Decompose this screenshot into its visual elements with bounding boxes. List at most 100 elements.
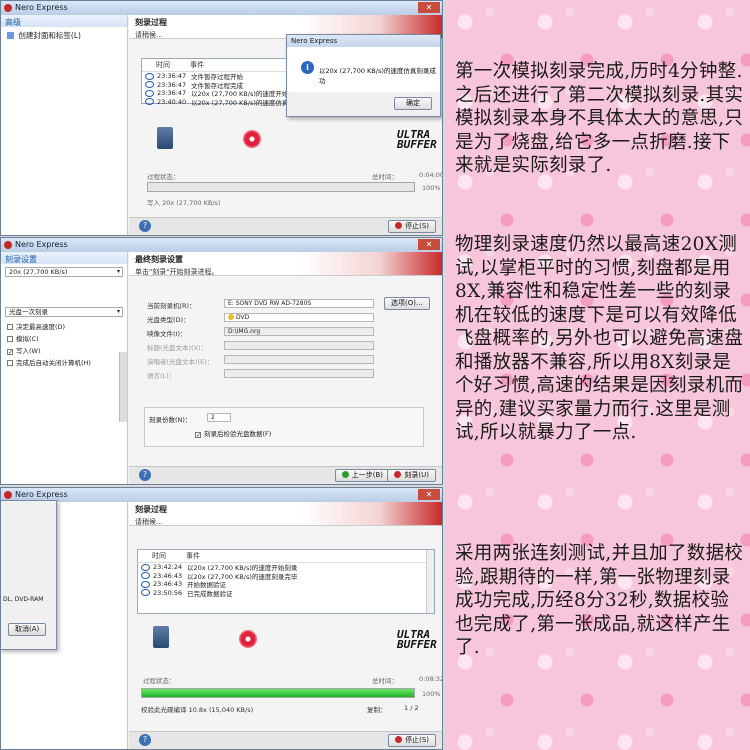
footer-bar: ? 上一步(B) 刻录(U) (129, 466, 442, 484)
partial-dialog: DL, DVD-RAM 取消(A) (1, 500, 57, 650)
image-file-field: D:\IMG.nrg (224, 327, 374, 336)
ultra-buffer-logo: ULTRA BUFFER (397, 628, 437, 651)
checkbox-max-speed[interactable]: 决定最高速度(D) (1, 320, 127, 332)
help-icon[interactable]: ? (139, 220, 151, 232)
checkbox-label: 模拟(C) (16, 335, 39, 343)
checkbox-shutdown[interactable]: 完成后自动关闭计算机(H) (1, 356, 127, 368)
stop-button[interactable]: 停止(S) (388, 220, 436, 233)
page-subtitle: 单击"刻录"开始刻录进程。 (135, 268, 219, 276)
dialog-text: DL, DVD-RAM (3, 596, 44, 603)
copies-label: 刻录份数(N)： (149, 416, 192, 424)
copies-stepper[interactable]: 2 (207, 413, 231, 422)
back-arrow-icon (341, 471, 349, 478)
main-panel: 最终刻录设置 单击"刻录"开始刻录进程。 当前刻录机(R)： E: SONY D… (129, 252, 442, 484)
burn-icon (394, 471, 402, 478)
close-icon[interactable]: ✕ (418, 2, 440, 13)
help-icon[interactable]: ? (139, 734, 151, 746)
dialog-title: Nero Express (287, 35, 440, 47)
info-circle-icon (145, 72, 154, 80)
paragraph-1: 第一次模拟刻录完成,历时4分钟整.之后还进行了第二次模拟刻录.其实模拟刻录本身不… (455, 61, 744, 176)
checkbox-box[interactable]: ✓ (7, 349, 13, 356)
info-circle-icon (141, 580, 150, 588)
total-time-label: 总时间： (372, 677, 398, 685)
sidebar: 刻录设置 20x (27,700 KB/s) 光盘一次刻录 决定最高速度(D) … (1, 252, 128, 484)
checkbox-box[interactable]: ✓ (195, 432, 201, 439)
page-title: 刻录过程 (135, 18, 167, 27)
options-button[interactable]: 选项(O)... (384, 297, 430, 310)
disc-type-value: DVD (236, 314, 250, 321)
write-mode-select[interactable]: 光盘一次刻录 (5, 307, 123, 317)
info-circle-icon (145, 98, 154, 106)
stop-button[interactable]: 停止(S) (388, 734, 436, 747)
info-circle-icon (141, 589, 150, 597)
verify-label: 刻录后检验光盘数据(F) (204, 430, 272, 438)
back-button-label: 上一步(B) (351, 471, 383, 479)
page-title: 刻录过程 (135, 505, 167, 514)
progress-percent: 100% (422, 184, 441, 192)
log-time: 23:36:47 (157, 80, 187, 89)
checkbox-box[interactable] (7, 360, 13, 366)
copies-group: 刻录份数(N)： 2 ✓ 刻录后检验光盘数据(F) (144, 407, 424, 447)
checkbox-label: 完成后自动关闭计算机(H) (16, 359, 91, 367)
disc-type-icon (228, 314, 234, 320)
verify-speed-info: 校验此光碟编译 10.8x (15,040 KB/s) (141, 706, 254, 714)
close-icon[interactable]: ✕ (418, 489, 440, 500)
nero-window-burning: Nero Express ✕ DL, DVD-RAM 取消(A) 刻录过程 请稍… (0, 487, 443, 750)
checkbox-box[interactable] (7, 324, 13, 330)
sidebar-heading: 刻录设置 (1, 252, 127, 264)
back-button[interactable]: 上一步(B) (334, 469, 390, 482)
checkbox-box[interactable] (7, 336, 13, 342)
disc-type-select[interactable]: DVD (224, 313, 374, 322)
window-titlebar: Nero Express ✕ (1, 488, 442, 502)
recorder-label: 当前刻录机(R)： (147, 302, 196, 310)
info-circle-icon (145, 89, 154, 97)
log-header: 时间 事件 (138, 550, 434, 563)
checkbox-simulate[interactable]: 模拟(C) (1, 332, 127, 344)
computer-icon (157, 127, 173, 149)
log-header-time: 时间 (156, 61, 170, 69)
recorder-select[interactable]: E: SONY DVD RW AD-7280S (224, 299, 374, 308)
log-time: 23:46:43 (153, 580, 183, 589)
help-icon[interactable]: ? (139, 469, 151, 481)
disc-type-label: 光盘类型(D)： (147, 316, 190, 324)
language-select (224, 369, 374, 378)
artist-field (224, 355, 374, 364)
log-time: 23:40:40 (157, 97, 187, 106)
sidebar-item-create-cover[interactable]: 创建封面和标签(L) (1, 27, 127, 44)
event-log[interactable]: 时间 事件 23:42:24 以20x (27,700 KB/s)的速度开始刻录 … (137, 549, 435, 614)
verify-checkbox[interactable]: ✓ 刻录后检验光盘数据(F) (195, 428, 272, 439)
log-event: 已完成数据验证 (187, 589, 233, 598)
header-banner: 刻录过程 请稍候… (129, 502, 442, 526)
stop-button-label: 停止(S) (405, 222, 429, 230)
cover-icon (7, 32, 14, 39)
ok-button[interactable]: 确定 (394, 97, 432, 110)
progress-percent: 100% (422, 690, 441, 698)
info-icon: i (301, 61, 314, 74)
paragraph-3: 采用两张连刻测试,并且加了数据校验,跟期待的一样,第一张物理刻录成功完成,历经8… (455, 543, 744, 658)
stop-button-label: 停止(S) (405, 736, 429, 744)
log-time: 23:36:47 (157, 89, 187, 98)
window-titlebar: Nero Express ✕ (1, 1, 442, 15)
log-header-time: 时间 (152, 552, 166, 560)
commentary-panel: 第一次模拟刻录完成,历时4分钟整.之后还进行了第二次模拟刻录.其实模拟刻录本身不… (445, 0, 750, 750)
cancel-button[interactable]: 取消(A) (8, 623, 47, 636)
computer-icon (153, 626, 169, 648)
progress-bar (141, 688, 415, 698)
table-row: 23:50:56 已完成数据验证 (138, 589, 434, 598)
close-icon[interactable]: ✕ (418, 239, 440, 250)
total-time-value: 0:08:32 (419, 675, 443, 683)
checkbox-write[interactable]: ✓ 写入(W) (1, 344, 127, 356)
burn-button[interactable]: 刻录(U) (387, 469, 436, 482)
log-scrollbar[interactable] (426, 550, 434, 613)
nero-app-icon (4, 491, 12, 499)
checkbox-label: 写入(W) (16, 347, 41, 355)
log-time: 23:42:24 (153, 563, 183, 572)
checkbox-label: 决定最高速度(D) (16, 323, 66, 331)
sidebar-scrollbar[interactable] (119, 352, 127, 422)
nero-app-icon (4, 241, 12, 249)
sidebar-item-label: 创建封面和标签(L) (18, 31, 81, 40)
speed-select[interactable]: 20x (27,700 KB/s) (5, 267, 123, 277)
log-time: 23:50:56 (153, 588, 183, 597)
table-row: 23:46:43 开始数据验证 (138, 580, 434, 589)
